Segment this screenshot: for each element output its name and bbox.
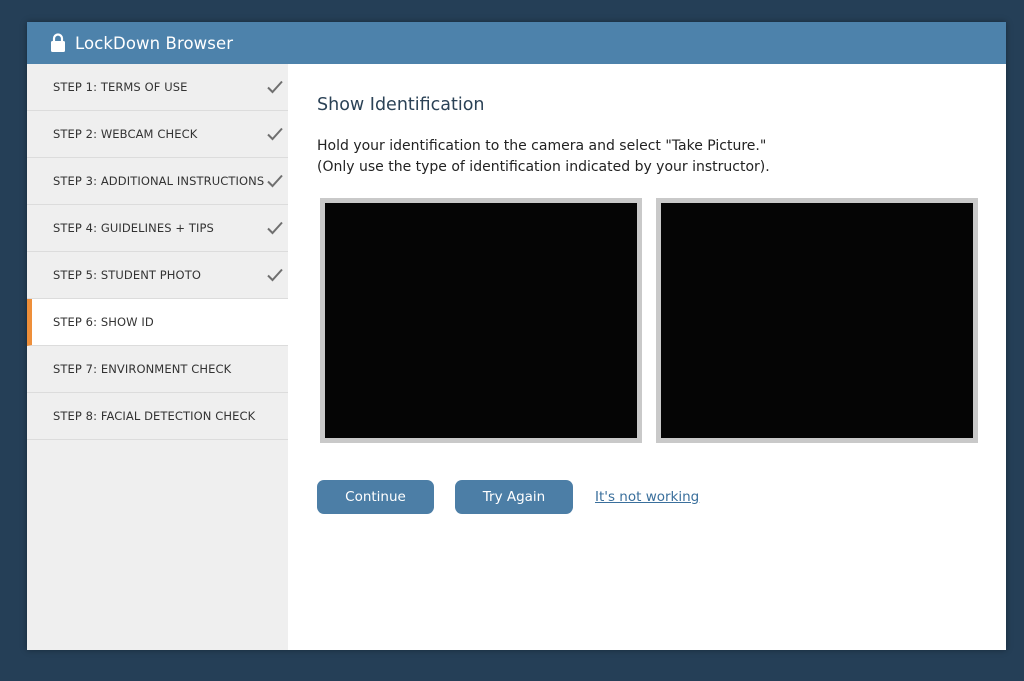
sidebar-step-label: STEP 2: WEBCAM CHECK (53, 127, 198, 141)
not-working-link[interactable]: It's not working (595, 489, 699, 505)
instruction-line-2: (Only use the type of identification ind… (317, 159, 770, 175)
sidebar-step-4[interactable]: STEP 4: GUIDELINES + TIPS (27, 205, 288, 252)
sidebar-step-label: STEP 5: STUDENT PHOTO (53, 268, 201, 282)
lockdown-browser-window: LockDown Browser STEP 1: TERMS OF USE STE… (27, 22, 1006, 650)
checkmark-icon (267, 80, 283, 94)
sidebar-step-label: STEP 6: SHOW ID (53, 315, 154, 329)
main-content: Show Identification Hold your identifica… (288, 64, 1006, 650)
sidebar-step-5[interactable]: STEP 5: STUDENT PHOTO (27, 252, 288, 299)
try-again-button[interactable]: Try Again (455, 480, 573, 514)
sidebar-step-7[interactable]: STEP 7: ENVIRONMENT CHECK (27, 346, 288, 393)
lock-icon (50, 33, 66, 53)
checkmark-icon (267, 268, 283, 282)
sidebar-step-8[interactable]: STEP 8: FACIAL DETECTION CHECK (27, 393, 288, 440)
webcam-preview (320, 198, 642, 443)
title-bar: LockDown Browser (27, 22, 1006, 64)
sidebar-step-label: STEP 1: TERMS OF USE (53, 80, 188, 94)
sidebar-step-1[interactable]: STEP 1: TERMS OF USE (27, 64, 288, 111)
sidebar-step-label: STEP 7: ENVIRONMENT CHECK (53, 362, 232, 376)
sidebar-step-label: STEP 4: GUIDELINES + TIPS (53, 221, 214, 235)
page-title: Show Identification (317, 95, 485, 115)
checkmark-icon (267, 127, 283, 141)
window-title: LockDown Browser (75, 33, 234, 53)
sidebar-step-label: STEP 8: FACIAL DETECTION CHECK (53, 409, 256, 423)
sidebar-step-3[interactable]: STEP 3: ADDITIONAL INSTRUCTIONS (27, 158, 288, 205)
action-buttons: Continue Try Again It's not working (317, 480, 699, 514)
instruction-line-1: Hold your identification to the camera a… (317, 138, 767, 154)
sidebar-step-2[interactable]: STEP 2: WEBCAM CHECK (27, 111, 288, 158)
sidebar-step-label: STEP 3: ADDITIONAL INSTRUCTIONS (53, 174, 265, 188)
continue-button[interactable]: Continue (317, 480, 434, 514)
checkmark-icon (267, 174, 283, 188)
camera-frames (320, 198, 978, 443)
checkmark-icon (267, 221, 283, 235)
steps-sidebar: STEP 1: TERMS OF USE STEP 2: WEBCAM CHECK… (27, 64, 288, 650)
captured-photo (656, 198, 978, 443)
sidebar-step-6[interactable]: STEP 6: SHOW ID (27, 299, 288, 346)
